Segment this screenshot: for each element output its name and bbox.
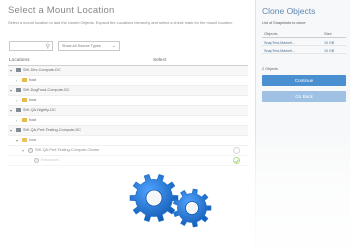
folder-icon bbox=[22, 118, 27, 122]
collapse-icon[interactable]: › bbox=[16, 98, 17, 103]
gear-hole bbox=[145, 189, 163, 207]
chevron-down-icon: ⌄ bbox=[111, 43, 116, 49]
table-row[interactable]: › host bbox=[8, 76, 248, 86]
location-label: host bbox=[29, 78, 37, 83]
gears-icon bbox=[129, 174, 212, 228]
page-title: Select a Mount Location bbox=[8, 5, 115, 16]
expand-icon[interactable]: ▾ bbox=[10, 108, 12, 113]
instructions-text: Select a mount location to add the clone… bbox=[8, 20, 233, 25]
datacenter-icon bbox=[16, 88, 21, 92]
table-row[interactable]: ▾ SHI-QA-Nightly-DC bbox=[8, 106, 248, 116]
table-row: SnapTest-Marketi... 10 GB bbox=[262, 46, 346, 54]
folder-icon bbox=[22, 78, 27, 82]
column-header-objects: Objects bbox=[264, 30, 278, 36]
table-row[interactable]: ▾ SHI-Dev-Compute-DC bbox=[8, 66, 248, 76]
source-type-value: Show All Source Types bbox=[62, 44, 101, 48]
location-label: host bbox=[29, 98, 37, 103]
table-row[interactable]: ▾ SHI-DogFood-Compute-DC bbox=[8, 86, 248, 96]
location-label: SHI-DogFood-Compute-DC bbox=[23, 88, 70, 93]
source-type-select[interactable]: Show All Source Types ⌄ bbox=[58, 41, 120, 51]
object-name: SnapTest-Marketi... bbox=[264, 40, 295, 45]
collapse-icon[interactable]: › bbox=[16, 118, 17, 123]
mount-location-dialog: Select a Mount Location Select a mount l… bbox=[0, 0, 350, 249]
gear-hole bbox=[185, 201, 199, 215]
objects-count: 2 Objects bbox=[262, 67, 279, 71]
object-size: 10 GB bbox=[324, 40, 335, 45]
column-header-select: Select bbox=[153, 58, 167, 63]
expand-icon[interactable]: ▾ bbox=[10, 68, 12, 73]
location-label: SHI-QA-Nightly-DC bbox=[23, 108, 56, 113]
clone-subtitle: List of Snapshots to clone bbox=[262, 21, 306, 25]
continue-button[interactable]: Continue bbox=[262, 75, 346, 86]
table-row: SnapTest-Marketi... 10 GB bbox=[262, 38, 346, 46]
collapse-icon[interactable]: › bbox=[16, 78, 17, 83]
location-label: host bbox=[29, 118, 37, 123]
go-back-button[interactable]: Go Back bbox=[262, 91, 346, 102]
clone-table-header: Objects Size bbox=[262, 28, 346, 38]
column-header-size: Size bbox=[324, 30, 332, 36]
table-row[interactable]: › host bbox=[8, 116, 248, 126]
object-name: SnapTest-Marketi... bbox=[264, 48, 295, 53]
datacenter-icon bbox=[16, 108, 21, 112]
datacenter-icon bbox=[16, 68, 21, 72]
search-icon: ⚲ bbox=[45, 43, 50, 50]
object-size: 10 GB bbox=[324, 48, 335, 53]
location-label: SHI-Dev-Compute-DC bbox=[23, 68, 61, 73]
clone-title: Clone Objects bbox=[262, 6, 316, 16]
clone-table: Objects Size SnapTest-Marketi... 10 GB S… bbox=[262, 28, 346, 54]
search-input[interactable]: ⚲ bbox=[9, 41, 53, 51]
expand-icon[interactable]: ▾ bbox=[10, 88, 12, 93]
table-row[interactable]: › host bbox=[8, 96, 248, 106]
folder-icon bbox=[22, 98, 27, 102]
column-header-locations: Locations bbox=[9, 58, 30, 63]
